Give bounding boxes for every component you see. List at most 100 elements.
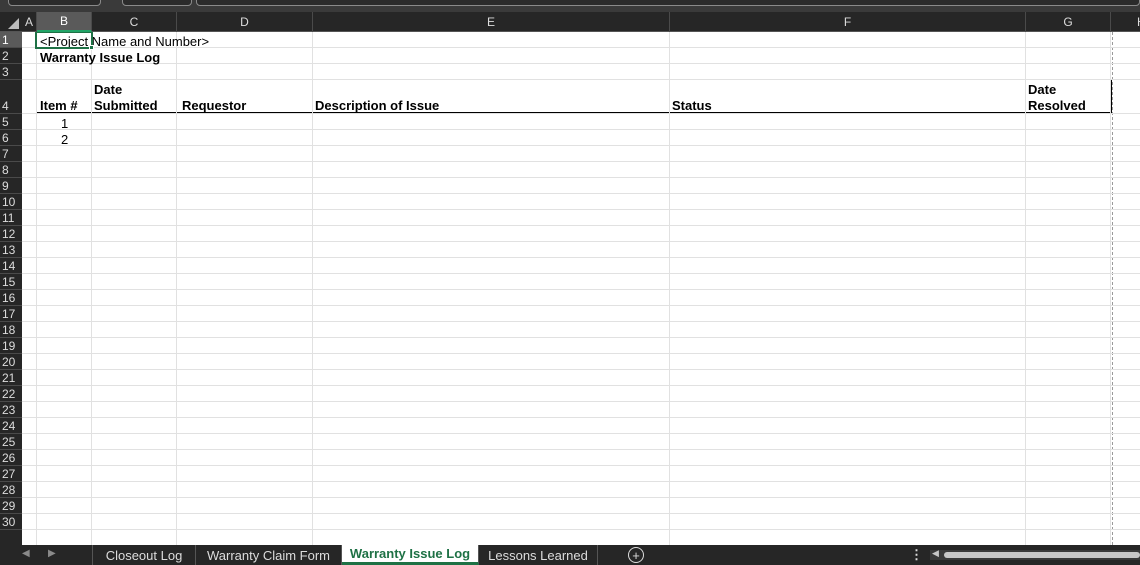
- column-header-g[interactable]: G: [1026, 12, 1111, 32]
- header-border-right-thick: [1111, 79, 1112, 114]
- gridline-horizontal: [22, 417, 1140, 418]
- fill-handle[interactable]: [89, 45, 94, 50]
- cell-b5[interactable]: 1: [61, 116, 68, 131]
- row-header-1[interactable]: 1: [0, 32, 22, 48]
- row-header-6[interactable]: 6: [0, 130, 22, 146]
- cell-g4-line2[interactable]: Resolved: [1028, 98, 1086, 113]
- worksheet-grid[interactable]: <Project Name and Number> Warranty Issue…: [22, 32, 1140, 545]
- formula-bar-stub[interactable]: [196, 0, 1140, 6]
- gridline-horizontal: [22, 145, 1140, 146]
- gridline-horizontal: [22, 225, 1140, 226]
- cell-d4[interactable]: Requestor: [182, 98, 246, 113]
- tab-warranty-claim-form[interactable]: Warranty Claim Form: [196, 545, 342, 565]
- gridline-horizontal: [22, 241, 1140, 242]
- cell-b6[interactable]: 2: [61, 132, 68, 147]
- row-header-24[interactable]: 24: [0, 418, 22, 434]
- cell-c4-line2[interactable]: Submitted: [94, 98, 158, 113]
- row-header-11[interactable]: 11: [0, 210, 22, 226]
- row-header-14[interactable]: 14: [0, 258, 22, 274]
- gridline-horizontal: [22, 257, 1140, 258]
- row-header-27[interactable]: 27: [0, 466, 22, 482]
- column-header-e[interactable]: E: [313, 12, 670, 32]
- chevron-left-icon[interactable]: ◀: [22, 548, 30, 559]
- row-header-12[interactable]: 12: [0, 226, 22, 242]
- row-header-17[interactable]: 17: [0, 306, 22, 322]
- gridline-horizontal: [22, 193, 1140, 194]
- gridline-horizontal: [22, 113, 1140, 114]
- row-header-16[interactable]: 16: [0, 290, 22, 306]
- row-header-3[interactable]: 3: [0, 64, 22, 80]
- gridline-horizontal: [22, 401, 1140, 402]
- gridline-horizontal: [22, 79, 1140, 80]
- row-header-bar: 1 2 3 4 5 6 7 8 9 10 11 12 13 14 15 16 17 18 19 20 21 22 23 24 2…: [0, 32, 22, 545]
- row-header-20[interactable]: 20: [0, 354, 22, 370]
- select-all-triangle-icon: [8, 18, 19, 29]
- row-header-23[interactable]: 23: [0, 402, 22, 418]
- vertical-dots-icon[interactable]: ⋮: [910, 547, 923, 563]
- row-header-2[interactable]: 2: [0, 48, 22, 64]
- row-header-8[interactable]: 8: [0, 162, 22, 178]
- row-header-7[interactable]: 7: [0, 146, 22, 162]
- row-header-28[interactable]: 28: [0, 482, 22, 498]
- row-header-19[interactable]: 19: [0, 338, 22, 354]
- row-header-4[interactable]: 4: [0, 80, 22, 114]
- gridline-horizontal: [22, 161, 1140, 162]
- row-header-10[interactable]: 10: [0, 194, 22, 210]
- gridline-horizontal: [22, 433, 1140, 434]
- row-header-31[interactable]: [0, 530, 22, 545]
- plus-circle-icon[interactable]: +: [628, 547, 644, 563]
- gridline-horizontal: [22, 369, 1140, 370]
- tab-warranty-issue-log[interactable]: Warranty Issue Log: [342, 545, 479, 565]
- cell-e4[interactable]: Description of Issue: [315, 98, 439, 113]
- name-box-stub[interactable]: [8, 0, 101, 6]
- row-header-18[interactable]: 18: [0, 322, 22, 338]
- gridline-horizontal: [22, 385, 1140, 386]
- scrollbar-thumb[interactable]: [944, 552, 1140, 558]
- row-header-30[interactable]: 30: [0, 514, 22, 530]
- column-header-h[interactable]: H: [1111, 12, 1140, 32]
- sheet-tab-bar: ◀ ▶ Closeout Log Warranty Claim Form War…: [0, 545, 1140, 565]
- gridline-horizontal: [22, 129, 1140, 130]
- column-header-d[interactable]: D: [177, 12, 313, 32]
- gridline-horizontal: [22, 321, 1140, 322]
- column-header-a[interactable]: A: [22, 12, 37, 32]
- column-header-f[interactable]: F: [670, 12, 1026, 32]
- gridline-horizontal: [22, 63, 1140, 64]
- gridline-horizontal: [22, 209, 1140, 210]
- gridline-horizontal: [22, 497, 1140, 498]
- selection-box[interactable]: [35, 32, 93, 49]
- row-header-15[interactable]: 15: [0, 274, 22, 290]
- gridline-horizontal: [22, 449, 1140, 450]
- horizontal-scrollbar[interactable]: ◀: [930, 548, 1140, 560]
- cell-b2[interactable]: Warranty Issue Log: [40, 50, 160, 65]
- column-header-b[interactable]: B: [37, 12, 92, 32]
- tab-lessons-learned[interactable]: Lessons Learned: [479, 545, 598, 565]
- row-header-29[interactable]: 29: [0, 498, 22, 514]
- row-header-26[interactable]: 26: [0, 450, 22, 466]
- gridline-horizontal: [22, 353, 1140, 354]
- gridline-horizontal: [22, 305, 1140, 306]
- gridline-horizontal: [22, 529, 1140, 530]
- row-header-9[interactable]: 9: [0, 178, 22, 194]
- chevron-right-icon[interactable]: ▶: [48, 548, 56, 559]
- row-header-22[interactable]: 22: [0, 386, 22, 402]
- row-header-25[interactable]: 25: [0, 434, 22, 450]
- column-header-bar: A B C D E F G H: [0, 12, 1140, 32]
- gridline-horizontal: [22, 513, 1140, 514]
- cell-g4-line1[interactable]: Date: [1028, 82, 1056, 97]
- row-header-5[interactable]: 5: [0, 114, 22, 130]
- select-all-button[interactable]: [0, 12, 22, 32]
- gridline-horizontal: [22, 273, 1140, 274]
- gridline-horizontal: [22, 337, 1140, 338]
- row-header-13[interactable]: 13: [0, 242, 22, 258]
- gridline-horizontal: [22, 177, 1140, 178]
- cell-c4-line1[interactable]: Date: [94, 82, 122, 97]
- ribbon-bottom-strip: [0, 0, 1140, 12]
- tab-closeout-log[interactable]: Closeout Log: [92, 545, 196, 565]
- scroll-left-icon[interactable]: ◀: [932, 548, 939, 559]
- toolbar-button-stub[interactable]: [122, 0, 192, 6]
- row-header-21[interactable]: 21: [0, 370, 22, 386]
- column-header-c[interactable]: C: [92, 12, 177, 32]
- cell-f4[interactable]: Status: [672, 98, 712, 113]
- cell-b4[interactable]: Item #: [40, 98, 78, 113]
